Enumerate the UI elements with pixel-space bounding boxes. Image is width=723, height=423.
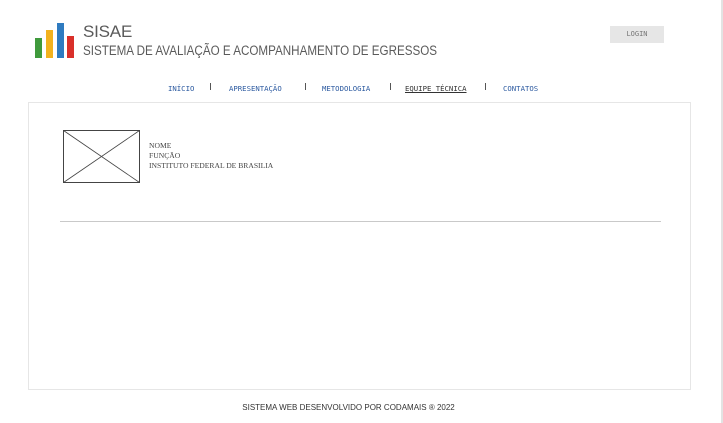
member-photo-placeholder bbox=[63, 130, 140, 183]
nav-link-apresentacao[interactable]: APRESENTAÇÃO bbox=[229, 84, 282, 93]
member-info: NOME FUNÇÃO INSTITUTO FEDERAL DE BRASILI… bbox=[149, 141, 273, 171]
nav-link-contatos[interactable]: CONTATOS bbox=[503, 84, 538, 93]
nav-separator bbox=[485, 83, 486, 90]
brand-subtitle: SISTEMA DE AVALIAÇÃO E ACOMPANHAMENTO DE… bbox=[83, 43, 438, 59]
nav-link-equipe-tecnica[interactable]: EQUIPE TÉCNICA bbox=[405, 84, 467, 93]
logo-bar-green bbox=[35, 38, 42, 58]
team-panel: NOME FUNÇÃO INSTITUTO FEDERAL DE BRASILI… bbox=[28, 102, 691, 390]
nav-separator bbox=[390, 83, 391, 90]
brand-title: SISAE bbox=[83, 22, 133, 41]
image-placeholder-icon bbox=[63, 130, 140, 183]
login-button[interactable]: LOGIN bbox=[610, 26, 664, 43]
nav-link-metodologia[interactable]: METODOLOGIA bbox=[322, 84, 370, 93]
nav-separator bbox=[210, 83, 211, 90]
logo-bar-yellow bbox=[46, 30, 53, 58]
sisae-logo-icon[interactable] bbox=[35, 23, 75, 58]
nav-separator bbox=[305, 83, 306, 90]
member-institution: INSTITUTO FEDERAL DE BRASILIA bbox=[149, 161, 274, 170]
footer-text: SISTEMA WEB DESENVOLVIDO POR CODAMAIS ® … bbox=[242, 403, 455, 412]
main-nav: INÍCIO APRESENTAÇÃO METODOLOGIA EQUIPE T… bbox=[0, 82, 723, 96]
section-divider bbox=[60, 221, 661, 222]
logo-bar-red bbox=[67, 36, 74, 58]
member-name: NOME bbox=[149, 141, 172, 150]
member-role: FUNÇÃO bbox=[149, 151, 181, 160]
logo-bar-blue bbox=[57, 23, 64, 58]
nav-link-inicio[interactable]: INÍCIO bbox=[168, 84, 194, 93]
